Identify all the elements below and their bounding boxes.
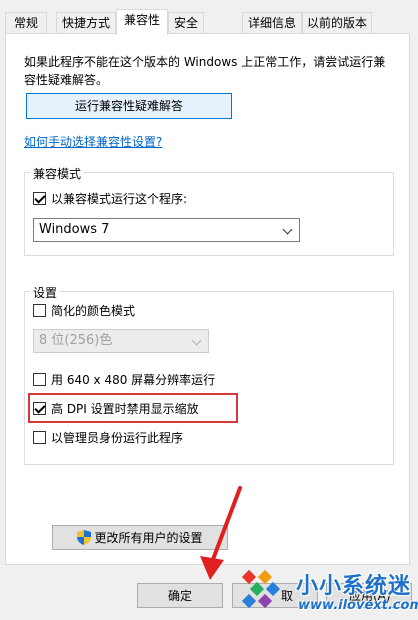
intro-text: 如果此程序不能在这个版本的 Windows 上正常工作，请尝试运行兼容性疑难解答… (24, 55, 386, 87)
color-mode-value: 8 位(256)色 (39, 333, 113, 348)
reduced-color-checkbox[interactable] (33, 303, 46, 317)
watermark: 小小系统迷 www.ilovext.com (238, 566, 418, 618)
tab-details[interactable]: 详细信息 (242, 12, 302, 34)
compat-mode-checkbox[interactable] (33, 191, 46, 205)
reduced-color-label: 简化的颜色模式 (51, 303, 136, 318)
res640-checkbox[interactable] (33, 372, 46, 386)
compat-mode-title: 兼容模式 (30, 165, 85, 182)
compat-mode-group (24, 172, 394, 256)
tab-previous-versions[interactable]: 以前的版本 (302, 12, 372, 34)
high-dpi-label: 高 DPI 设置时禁用显示缩放 (51, 401, 199, 416)
compat-mode-checkbox-row[interactable]: 以兼容模式运行这个程序: (33, 190, 187, 206)
chevron-down-icon (191, 335, 202, 346)
manual-settings-link[interactable]: 如何手动选择兼容性设置? (24, 133, 162, 150)
watermark-logo-icon (241, 569, 281, 609)
res640-row[interactable]: 用 640 x 480 屏幕分辨率运行 (33, 371, 215, 387)
admin-checkbox[interactable] (33, 430, 46, 444)
reduced-color-row[interactable]: 简化的颜色模式 (33, 302, 135, 318)
tab-compatibility[interactable]: 兼容性 (116, 9, 168, 35)
watermark-url: www.ilovext.com (298, 598, 418, 613)
admin-label: 以管理员身份运行此程序 (51, 430, 184, 445)
chevron-down-icon (282, 224, 293, 235)
tab-security[interactable]: 安全 (168, 12, 204, 34)
change-all-users-label: 更改所有用户的设置 (94, 530, 203, 545)
high-dpi-checkbox[interactable] (33, 401, 46, 415)
res640-label: 用 640 x 480 屏幕分辨率运行 (51, 372, 216, 387)
watermark-title: 小小系统迷 (296, 574, 412, 599)
uac-shield-icon (77, 529, 92, 545)
settings-title: 设置 (30, 284, 61, 301)
admin-row[interactable]: 以管理员身份运行此程序 (33, 429, 183, 445)
ok-button[interactable]: 确定 (137, 583, 223, 608)
high-dpi-row[interactable]: 高 DPI 设置时禁用显示缩放 (33, 400, 199, 416)
tab-shortcut[interactable]: 快捷方式 (56, 12, 116, 34)
compat-mode-label: 以兼容模式运行这个程序: (51, 191, 188, 206)
troubleshoot-button[interactable]: 运行兼容性疑难解答 (26, 93, 232, 119)
tab-general[interactable]: 常规 (5, 12, 47, 34)
tab-bar: 常规 快捷方式 兼容性 安全 详细信息 以前的版本 (0, 0, 418, 35)
color-mode-select: 8 位(256)色 (33, 329, 209, 353)
os-select[interactable]: Windows 7 (33, 218, 300, 242)
os-select-value: Windows 7 (39, 222, 110, 237)
